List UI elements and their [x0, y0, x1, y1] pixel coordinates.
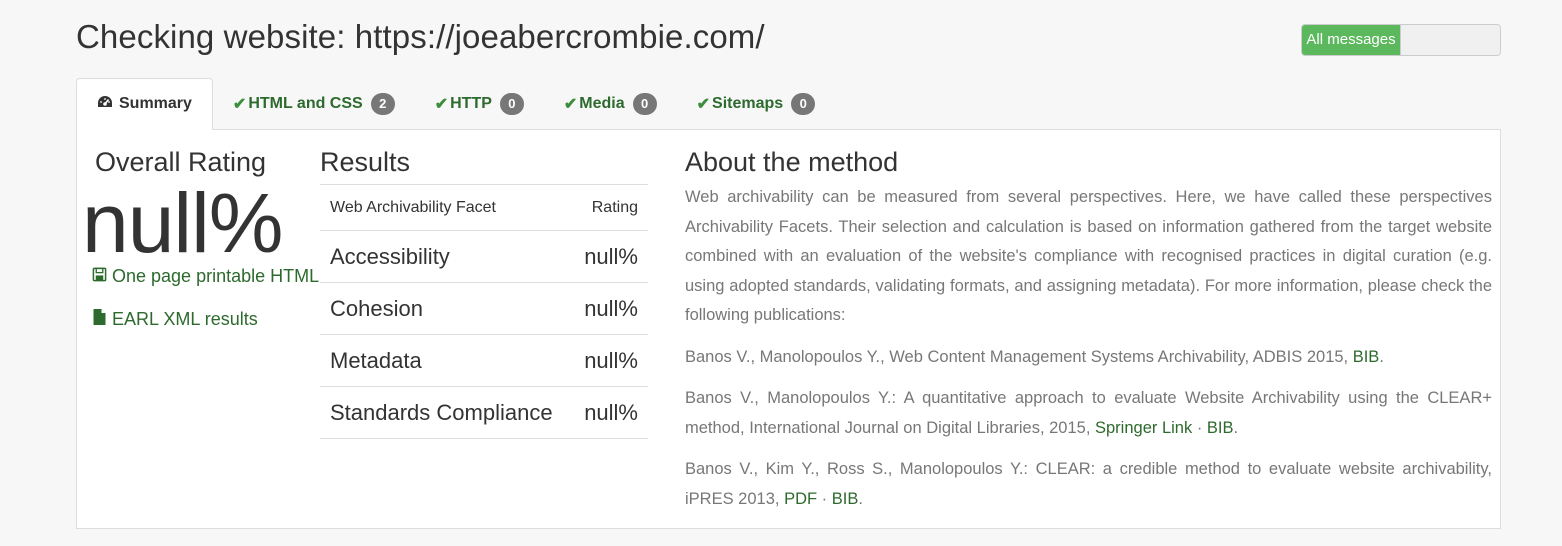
tab-media-label: Media: [579, 95, 625, 112]
printable-html-label: One page printable HTML: [112, 266, 320, 286]
facet-rating: null%: [571, 230, 648, 283]
facet-name: Metadata: [320, 334, 572, 387]
count-badge: 0: [499, 93, 524, 115]
check-icon: ✔: [232, 96, 247, 113]
table-header-row: Web Archivability Facet Rating: [320, 184, 648, 231]
publication-end: .: [858, 489, 863, 508]
tab-http-label: HTTP: [450, 95, 492, 112]
publication-text: Banos V., Manolopoulos Y., Web Content M…: [685, 347, 1353, 366]
bib-link[interactable]: BIB: [1207, 419, 1234, 437]
facet-name: Cohesion: [320, 282, 572, 335]
link-separator: ·: [817, 489, 832, 508]
printable-html-link[interactable]: One page printable HTML: [92, 266, 319, 287]
all-messages-toggle[interactable]: All messages: [1301, 24, 1501, 56]
page-title: Checking website: https://joeabercrombie…: [76, 18, 765, 55]
link-separator: ·: [1192, 418, 1207, 437]
tab-summary-label: Summary: [119, 95, 192, 112]
check-icon: ✔: [434, 96, 449, 113]
table-row: Standards Compliance null%: [320, 386, 648, 439]
rating-column-header: Rating: [571, 184, 648, 231]
check-icon: ✔: [696, 96, 711, 113]
gauge-icon: [97, 95, 113, 114]
facet-name: Standards Compliance: [320, 386, 572, 439]
bib-link[interactable]: BIB: [1353, 348, 1380, 366]
publication-item: Banos V., Manolopoulos Y., Web Content M…: [685, 343, 1492, 373]
bib-link[interactable]: BIB: [832, 490, 859, 508]
publication-end: .: [1233, 418, 1239, 437]
about-method-text: Web archivability can be measured from s…: [685, 183, 1492, 526]
publication-end: .: [1379, 347, 1384, 366]
tab-html-css-label: HTML and CSS: [248, 95, 363, 112]
facet-rating: null%: [571, 386, 648, 439]
publication-text: Banos V., Manolopoulos Y.: A quantitativ…: [685, 389, 1492, 437]
toggle-off-handle[interactable]: [1400, 25, 1500, 55]
pdf-link[interactable]: PDF: [784, 490, 817, 508]
earl-xml-label: EARL XML results: [112, 309, 258, 329]
publication-item: Banos V., Manolopoulos Y.: A quantitativ…: [685, 384, 1492, 443]
check-icon: ✔: [563, 96, 578, 113]
results-table: Web Archivability Facet Rating Accessibi…: [320, 184, 648, 439]
tab-http[interactable]: ✔ HTTP 0: [415, 78, 544, 130]
floppy-disk-icon: [92, 266, 112, 287]
tab-html-css[interactable]: ✔ HTML and CSS 2: [213, 78, 415, 130]
facet-rating: null%: [571, 282, 648, 335]
count-badge: 0: [791, 93, 816, 115]
tab-sitemaps-label: Sitemaps: [712, 95, 784, 112]
table-row: Cohesion null%: [320, 282, 648, 335]
tab-summary[interactable]: Summary: [76, 78, 213, 130]
results-title: Results: [320, 147, 411, 177]
facet-rating: null%: [571, 334, 648, 387]
tab-bar: Summary ✔ HTML and CSS 2 ✔ HTTP 0 ✔ Medi…: [76, 78, 835, 130]
table-row: Accessibility null%: [320, 230, 648, 283]
tab-sitemaps[interactable]: ✔ Sitemaps 0: [677, 78, 836, 130]
about-method-title: About the method: [685, 147, 899, 177]
facet-name: Accessibility: [320, 230, 572, 283]
count-badge: 2: [370, 93, 395, 115]
about-intro: Web archivability can be measured from s…: [685, 188, 1492, 324]
facet-column-header: Web Archivability Facet: [320, 184, 572, 231]
file-icon: [92, 308, 112, 331]
springer-link[interactable]: Springer Link: [1095, 419, 1192, 437]
tab-media[interactable]: ✔ Media 0: [544, 78, 677, 130]
overall-rating-title: Overall Rating: [95, 147, 267, 177]
count-badge: 0: [632, 93, 657, 115]
toggle-on-label: All messages: [1302, 25, 1400, 55]
publication-item: Banos V., Kim Y., Ross S., Manolopoulos …: [685, 455, 1492, 514]
overall-rating-value: null%: [82, 176, 283, 270]
earl-xml-link[interactable]: EARL XML results: [92, 308, 258, 331]
table-row: Metadata null%: [320, 334, 648, 387]
